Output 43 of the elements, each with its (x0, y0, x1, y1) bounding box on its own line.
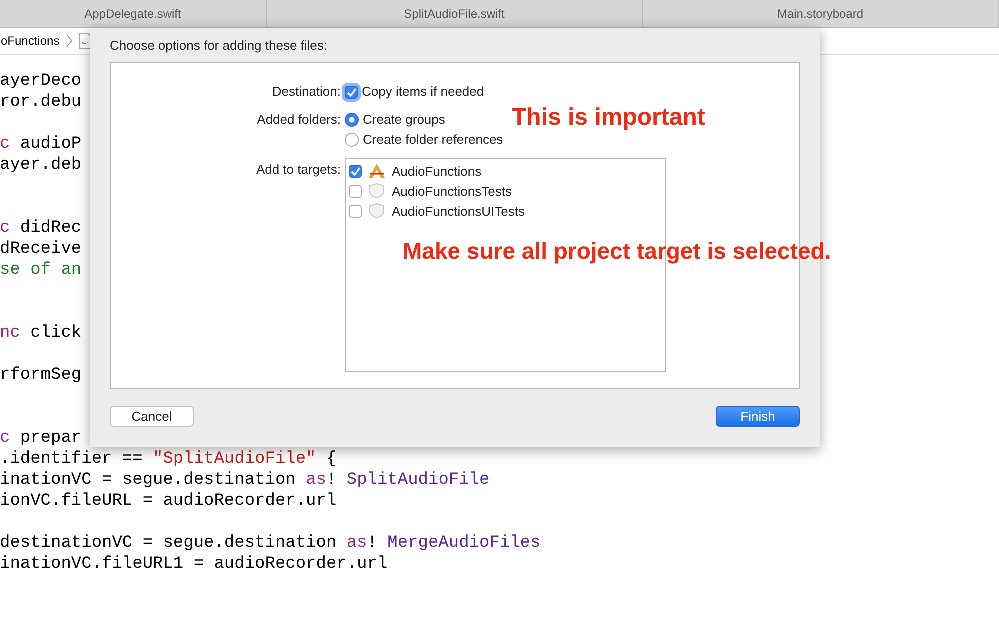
code-line: c prepar (0, 428, 82, 449)
radio-button[interactable] (345, 113, 359, 127)
annotation-text: Make sure all project target is selected. (403, 238, 832, 265)
code-line: rformSeg (0, 365, 82, 386)
file-tab[interactable]: AppDelegate.swift (0, 0, 267, 27)
dialog-title: Choose options for adding these files: (110, 38, 329, 55)
file-tab[interactable]: SplitAudioFile.swift (267, 0, 643, 27)
breadcrumb-item[interactable]: oFunctions (1, 34, 60, 48)
code-line: ayerDeco (0, 71, 82, 92)
target-label[interactable]: AudioFunctionsUITests (392, 204, 525, 218)
field-label: Destination: (271, 83, 341, 101)
checkbox[interactable] (349, 204, 362, 218)
checkbox[interactable] (349, 184, 362, 198)
file-tab[interactable]: Main.storyboard (643, 0, 999, 27)
code-line: c audioP (0, 134, 82, 155)
cancel-button[interactable]: Cancel (110, 406, 194, 427)
code-line: .identifier == "SplitAudioFile" { (0, 449, 337, 470)
target-label[interactable]: AudioFunctionsTests (392, 184, 512, 198)
option-label[interactable]: Create groups (363, 110, 446, 130)
swift-file-icon (78, 33, 92, 49)
chevron-icon (66, 34, 73, 48)
option-label[interactable]: Create folder references (363, 130, 504, 150)
checkbox[interactable] (349, 164, 362, 178)
code-line: se of an (0, 260, 82, 281)
option-label[interactable]: Copy items if needed (362, 82, 484, 102)
app-target-icon (368, 163, 386, 179)
code-line: inationVC.fileURL1 = audioRecorder.url (0, 554, 388, 575)
target-label[interactable]: AudioFunctions (392, 164, 482, 178)
code-line: c didRec (0, 218, 82, 239)
field-label: Added folders: (256, 111, 341, 129)
shield-icon (368, 203, 386, 219)
code-line: ayer.deb (0, 155, 82, 176)
code-line: dReceive (0, 239, 82, 260)
finish-button[interactable]: Finish (716, 406, 800, 427)
code-line: ror.debu (0, 92, 82, 113)
code-line: inationVC = segue.destination as! SplitAudioFile (0, 470, 490, 491)
annotation-text: This is important (512, 104, 706, 132)
shield-icon (368, 183, 386, 199)
code-line: nc click (0, 323, 82, 344)
field-label: Add to targets: (255, 161, 341, 179)
radio-button[interactable] (345, 133, 359, 147)
code-line: destinationVC = segue.destination as! MergeAudioFiles (0, 533, 541, 554)
code-line: ionVC.fileURL = audioRecorder.url (0, 491, 337, 512)
